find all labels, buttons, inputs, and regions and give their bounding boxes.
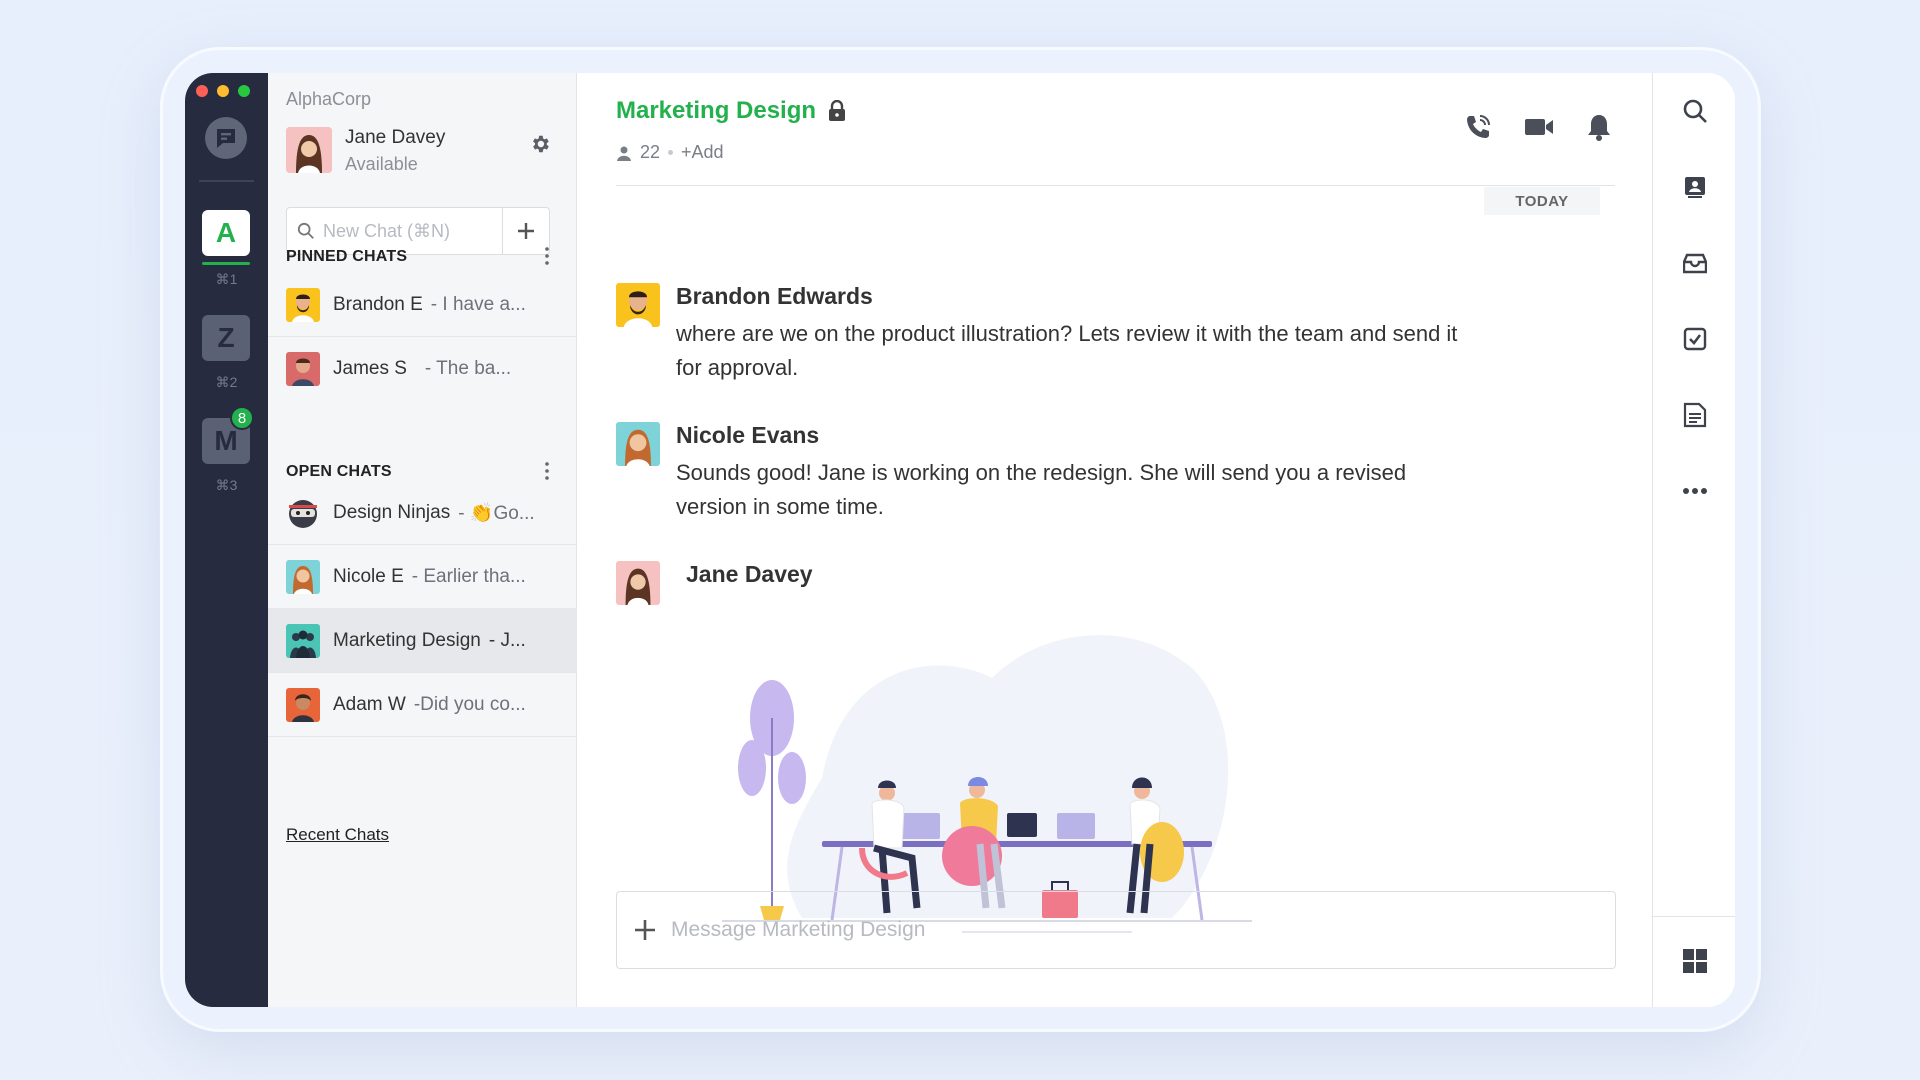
- channel-meta: 22 +Add: [616, 142, 724, 163]
- bell-icon[interactable]: [1586, 113, 1612, 141]
- message-author[interactable]: Brandon Edwards: [676, 283, 873, 310]
- open-chat-nicole[interactable]: Nicole E - Earlier tha...: [268, 545, 577, 609]
- workspace-a-button[interactable]: A: [202, 210, 250, 256]
- pinned-menu-icon[interactable]: [544, 246, 550, 271]
- chat-name: Adam W: [333, 693, 406, 715]
- message-text: where are we on the product illustration…: [676, 321, 1458, 380]
- plus-icon[interactable]: [633, 918, 657, 942]
- window-controls: [196, 85, 250, 97]
- unread-badge: 8: [230, 406, 254, 430]
- channel-actions: [1464, 113, 1612, 141]
- chat-preview: - The ba...: [424, 358, 512, 379]
- group-icon: [286, 623, 320, 658]
- date-divider: TODAY: [1484, 187, 1600, 215]
- avatar: [286, 559, 320, 594]
- workspace-z-shortcut: ⌘2: [215, 374, 238, 390]
- members-icon: [617, 146, 631, 161]
- my-avatar[interactable]: [286, 127, 332, 173]
- team-illustration-image[interactable]: [712, 608, 1272, 938]
- chat-name: Nicole E: [333, 565, 404, 587]
- message-input[interactable]: [671, 918, 1615, 942]
- lock-icon: [829, 100, 846, 121]
- archive-icon[interactable]: [1681, 249, 1709, 277]
- rail-divider: [199, 180, 254, 182]
- app-window: A ⌘1 Z ⌘2 M 8 ⌘3 AlphaCorp Jane Davey Av…: [185, 73, 1735, 1007]
- org-name: AlphaCorp: [286, 89, 372, 109]
- minimize-window-button[interactable]: [217, 85, 229, 97]
- add-member-link[interactable]: +Add: [681, 142, 724, 163]
- pinned-chat-brandon[interactable]: Brandon E - I have a...: [268, 273, 577, 337]
- search-icon: [297, 222, 314, 239]
- open-chat-marketing-design[interactable]: Marketing Design - J...: [268, 609, 577, 673]
- close-window-button[interactable]: [196, 85, 208, 97]
- pinned-chats-heading: PINNED CHATS: [286, 248, 408, 265]
- workspace-z-button[interactable]: Z: [202, 315, 250, 361]
- workspace-m-shortcut: ⌘3: [215, 477, 238, 493]
- chat-main: Marketing Design 22 +Add TODAY Brandon E…: [577, 73, 1652, 1007]
- app-logo-icon[interactable]: [205, 117, 247, 159]
- message-author[interactable]: Nicole Evans: [676, 422, 819, 449]
- pinned-chat-james[interactable]: James S - The ba...: [268, 337, 577, 401]
- active-workspace-indicator: [202, 262, 250, 265]
- open-chat-design-ninjas[interactable]: Design Ninjas - 👏Go...: [268, 481, 577, 545]
- message-composer[interactable]: [616, 891, 1616, 969]
- avatar[interactable]: [616, 561, 660, 605]
- member-count[interactable]: 22: [640, 142, 660, 163]
- phone-icon[interactable]: [1464, 113, 1492, 141]
- chat-sidebar: AlphaCorp Jane Davey Available PINNED CH…: [268, 73, 577, 1007]
- chat-preview: - Earlier tha...: [411, 565, 526, 587]
- plus-icon: [518, 223, 534, 239]
- chat-preview: - I have a...: [430, 293, 526, 315]
- chat-preview: - 👏Go...: [458, 502, 535, 524]
- tools-rail: [1652, 73, 1735, 1007]
- apps-grid-icon[interactable]: [1681, 947, 1709, 975]
- my-name: Jane Davey: [345, 127, 446, 148]
- channel-header: Marketing Design: [616, 97, 846, 125]
- chat-name: Marketing Design: [333, 629, 481, 651]
- header-divider: [616, 185, 1615, 186]
- gear-icon[interactable]: [529, 133, 551, 160]
- ninja-icon: [286, 496, 320, 530]
- new-chat-input[interactable]: [323, 220, 483, 242]
- more-icon[interactable]: [1681, 477, 1709, 505]
- open-chat-adam[interactable]: Adam W -Did you co...: [268, 673, 577, 737]
- chat-name: Design Ninjas: [333, 501, 451, 523]
- my-status: Available: [345, 154, 418, 174]
- video-icon[interactable]: [1524, 113, 1554, 141]
- chat-preview: - J...: [488, 629, 526, 651]
- tasks-icon[interactable]: [1681, 325, 1709, 353]
- workspace-rail: A ⌘1 Z ⌘2 M 8 ⌘3: [185, 73, 268, 1007]
- message-text: Sounds good! Jane is working on the rede…: [676, 460, 1407, 519]
- contacts-icon[interactable]: [1681, 173, 1709, 201]
- open-chats-heading: OPEN CHATS: [286, 463, 392, 480]
- avatar: [286, 352, 320, 386]
- avatar[interactable]: [616, 283, 660, 327]
- channel-title: Marketing Design: [616, 97, 817, 124]
- avatar[interactable]: [616, 422, 660, 466]
- meta-separator: [668, 150, 674, 155]
- chat-preview: -Did you co...: [413, 693, 526, 715]
- chat-name: Brandon E: [333, 293, 423, 315]
- recent-chats-link[interactable]: Recent Chats: [286, 825, 389, 845]
- workspace-a-shortcut: ⌘1: [215, 271, 238, 287]
- chat-name: James S: [333, 358, 407, 379]
- notes-icon[interactable]: [1681, 401, 1709, 429]
- avatar: [286, 287, 320, 322]
- new-chat-button[interactable]: [502, 207, 550, 255]
- avatar: [286, 687, 320, 722]
- search-icon[interactable]: [1681, 97, 1709, 125]
- message-author[interactable]: Jane Davey: [686, 561, 813, 588]
- rail-divider: [1653, 916, 1735, 917]
- maximize-window-button[interactable]: [238, 85, 250, 97]
